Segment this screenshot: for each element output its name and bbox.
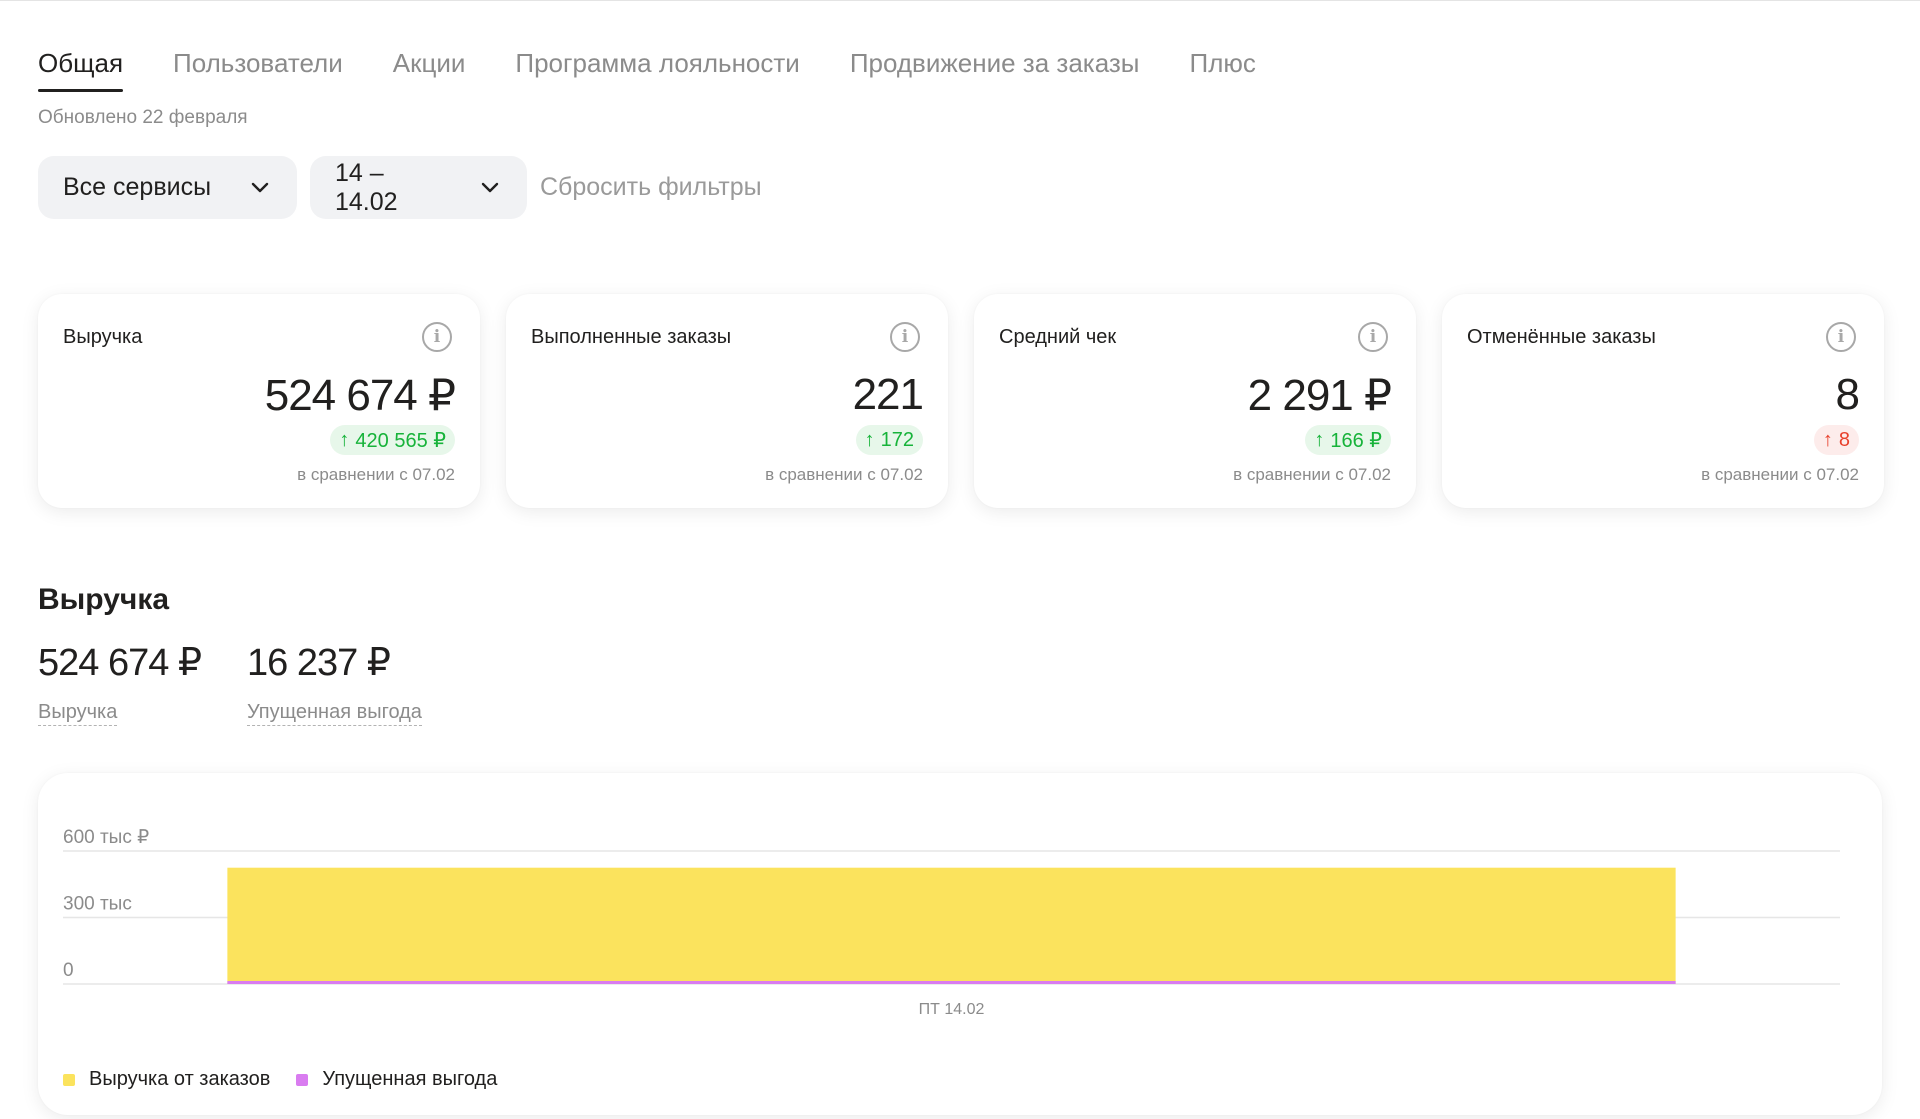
info-icon[interactable]: i [1826, 322, 1856, 352]
card-delta-badge: ↑ 172 [855, 425, 923, 455]
kpi-card-average-check: Средний чек i 2 291 ₽ ↑ 166 ₽ в сравнении… [974, 294, 1416, 508]
kpi-card-completed-orders: Выполненные заказы i 221 ↑ 172 в сравнени… [506, 294, 948, 508]
x-tick-label: ПТ 14.02 [919, 1001, 985, 1018]
revenue-chart[interactable]: 0 300 тыс 600 тыс ₽ ПТ 14.02 [38, 773, 1882, 1115]
card-value: 221 [852, 370, 924, 419]
card-value: 2 291 ₽ [1247, 371, 1392, 420]
card-delta-badge: ↑ 420 565 ₽ [330, 425, 455, 455]
legend-swatch-revenue [63, 1073, 75, 1086]
y-tick-label: 600 тыс ₽ [63, 827, 149, 848]
services-select[interactable]: Все сервисы [38, 156, 297, 219]
card-compare-note: в сравнении с 07.02 [765, 465, 923, 484]
metric-value: 16 237 ₽ [247, 642, 391, 684]
card-delta-badge: ↑ 8 [1813, 425, 1859, 455]
revenue-section-title: Выручка [38, 583, 170, 616]
arrow-up-icon: ↑ [339, 428, 350, 451]
filters-bar: Все сервисы 14 – 14.02 Сбросить фильтры [38, 156, 762, 219]
card-title: Выполненные заказы [531, 326, 732, 348]
services-select-value: Все сервисы [63, 173, 212, 201]
tabs-bar: Общая Пользователи Акции Программа лояль… [38, 48, 1256, 92]
metric-lost-profit: 16 237 ₽ Упущенная выгода [247, 640, 422, 726]
tab-promotions[interactable]: Акции [393, 48, 466, 92]
legend-label: Упущенная выгода [322, 1068, 498, 1090]
card-title: Выручка [63, 326, 143, 348]
card-compare-note: в сравнении с 07.02 [1233, 465, 1391, 484]
tab-plus[interactable]: Плюс [1190, 48, 1256, 92]
bar-lost-profit [227, 981, 1676, 984]
card-title: Средний чек [999, 326, 1117, 348]
chevron-down-icon [249, 177, 271, 199]
card-delta-value: 166 ₽ [1330, 429, 1382, 452]
legend-item-revenue[interactable]: Выручка от заказов [63, 1068, 270, 1091]
card-title: Отменённые заказы [1467, 326, 1656, 348]
legend-swatch-lost-profit [296, 1073, 309, 1086]
kpi-card-cancelled-orders: Отменённые заказы i 8 ↑ 8 в сравнении с 0… [1442, 294, 1884, 508]
y-tick-label: 0 [63, 960, 74, 981]
metric-value: 524 674 ₽ [38, 642, 202, 684]
chevron-down-icon [479, 177, 501, 199]
chart-legend: Выручка от заказов Упущенная выгода [63, 1068, 497, 1091]
card-delta-value: 8 [1838, 428, 1850, 451]
revenue-chart-card: 0 300 тыс 600 тыс ₽ ПТ 14.02 Выручка от зак… [38, 773, 1882, 1115]
legend-label: Выручка от заказов [89, 1068, 271, 1090]
y-tick-label: 300 тыс [63, 894, 132, 915]
tab-loyalty-program[interactable]: Программа лояльности [515, 48, 799, 92]
tab-general[interactable]: Общая [38, 48, 124, 92]
kpi-cards: Выручка i 524 674 ₽ ↑ 420 565 ₽ в сравнен… [38, 294, 1884, 508]
card-value: 524 674 ₽ [264, 371, 456, 420]
date-range-value: 14 – 14.02 [335, 158, 398, 216]
updated-date: Обновлено 22 февраля [38, 107, 248, 128]
card-value: 8 [1835, 370, 1861, 419]
date-range-select[interactable]: 14 – 14.02 [310, 156, 527, 219]
tab-order-promotion[interactable]: Продвижение за заказы [850, 48, 1140, 92]
card-delta-badge: ↑ 166 ₽ [1305, 425, 1391, 455]
reset-filters-button[interactable]: Сбросить фильтры [540, 173, 762, 202]
metric-label-revenue[interactable]: Выручка [38, 701, 118, 726]
info-icon[interactable]: i [890, 322, 920, 352]
arrow-up-icon: ↑ [1822, 428, 1833, 451]
bar-revenue [227, 867, 1676, 984]
metric-label-lost-profit[interactable]: Упущенная выгода [247, 701, 422, 726]
metric-revenue: 524 674 ₽ Выручка [38, 640, 202, 726]
card-compare-note: в сравнении с 07.02 [1701, 465, 1859, 484]
card-compare-note: в сравнении с 07.02 [297, 465, 455, 484]
info-icon[interactable]: i [422, 322, 452, 352]
arrow-up-icon: ↑ [1314, 428, 1325, 451]
legend-item-lost-profit[interactable]: Упущенная выгода [296, 1068, 497, 1091]
card-delta-value: 172 [880, 428, 914, 451]
arrow-up-icon: ↑ [864, 428, 875, 451]
info-icon[interactable]: i [1358, 322, 1388, 352]
top-divider [0, 0, 1920, 1]
tab-users[interactable]: Пользователи [173, 48, 343, 92]
card-delta-value: 420 565 ₽ [355, 429, 446, 452]
kpi-card-revenue: Выручка i 524 674 ₽ ↑ 420 565 ₽ в сравнен… [38, 294, 480, 508]
